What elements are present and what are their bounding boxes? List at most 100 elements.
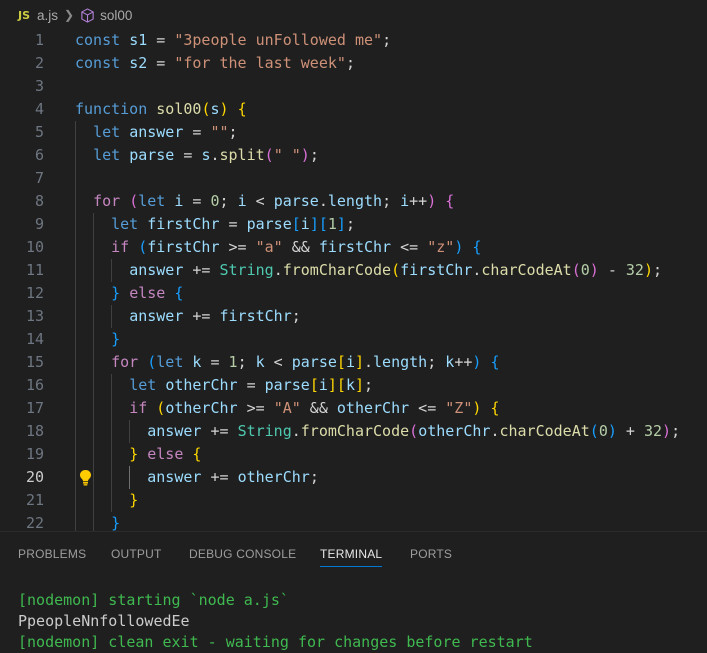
indent-guide <box>93 213 95 532</box>
code-token: { <box>490 399 500 417</box>
code-line[interactable]: 5 let answer = ""; <box>0 121 707 144</box>
code-token: ; <box>219 192 238 210</box>
code-token: const <box>75 31 130 49</box>
code-token: ; <box>237 353 256 371</box>
code-token: ) <box>662 422 672 440</box>
code-text: for (let i = 0; i < parse.length; i++) { <box>75 190 454 213</box>
code-token: = <box>147 54 175 72</box>
code-token: if <box>111 238 130 256</box>
code-line[interactable]: 17 if (otherChr >= "A" && otherChr <= "Z… <box>0 397 707 420</box>
code-line[interactable]: 2 const s2 = "for the last week"; <box>0 52 707 75</box>
code-token: fromCharCode <box>282 261 392 279</box>
code-token: 0 <box>580 261 590 279</box>
code-token: firstChr <box>219 307 292 325</box>
code-token: s <box>210 100 220 118</box>
code-text: let parse = s.split(" "); <box>75 144 319 167</box>
code-line[interactable]: 3 <box>0 75 707 98</box>
code-token: = <box>174 146 202 164</box>
line-number: 2 <box>34 54 44 72</box>
code-token: 0 <box>598 422 608 440</box>
line-number: 22 <box>25 514 44 532</box>
code-line[interactable]: 8 for (let i = 0; i < parse.length; i++)… <box>0 190 707 213</box>
line-number: 17 <box>25 399 44 417</box>
tab-problems[interactable]: PROBLEMS <box>18 547 86 561</box>
code-token: ; <box>309 146 319 164</box>
tab-ports[interactable]: PORTS <box>410 547 452 561</box>
line-number: 7 <box>34 169 44 187</box>
code-token: . <box>318 192 328 210</box>
code-token: += <box>183 307 220 325</box>
code-line[interactable]: 22 } <box>0 512 707 532</box>
code-token: for <box>111 353 139 371</box>
code-token: ( <box>156 399 166 417</box>
code-token: parse <box>291 353 337 371</box>
code-line[interactable]: 18 answer += String.fromCharCode(otherCh… <box>0 420 707 443</box>
code-text: const s2 = "for the last week"; <box>75 52 355 75</box>
breadcrumb-symbol[interactable]: sol00 <box>100 8 132 23</box>
line-number: 1 <box>34 31 44 49</box>
code-line[interactable]: 11 answer += String.fromCharCode(firstCh… <box>0 259 707 282</box>
breadcrumb-file[interactable]: a.js <box>37 8 58 23</box>
tab-debug-console[interactable]: DEBUG CONSOLE <box>189 547 296 561</box>
code-token: 0 <box>210 192 220 210</box>
code-token: = <box>147 31 175 49</box>
code-token: otherChr <box>418 422 491 440</box>
code-token: . <box>364 353 374 371</box>
code-line[interactable]: 4 function sol00(s) { <box>0 98 707 121</box>
code-line[interactable]: 16 let otherChr = parse[i][k]; <box>0 374 707 397</box>
code-token: ( <box>391 261 401 279</box>
code-token: ] <box>336 215 346 233</box>
code-text: let firstChr = parse[i][1]; <box>75 213 355 236</box>
code-line[interactable]: 9 let firstChr = parse[i][1]; <box>0 213 707 236</box>
code-line[interactable]: 7 <box>0 167 707 190</box>
code-line[interactable]: 21 } <box>0 489 707 512</box>
tab-output[interactable]: OUTPUT <box>111 547 162 561</box>
code-token: ( <box>409 422 419 440</box>
code-token: firstChr <box>400 261 473 279</box>
terminal-output[interactable]: [nodemon] starting `node a.js` PpeopleNnf… <box>18 590 533 653</box>
code-token: [ <box>291 215 301 233</box>
code-token: += <box>201 468 238 486</box>
code-editor[interactable]: 1 const s1 = "3people unFollowed me"; 2 con… <box>0 30 707 532</box>
code-token: { <box>445 192 455 210</box>
code-token: ) <box>219 100 229 118</box>
code-token: length <box>327 192 383 210</box>
terminal-line: [nodemon] starting `node a.js` <box>18 591 289 609</box>
code-line[interactable]: 15 for (let k = 1; k < parse[i].length; … <box>0 351 707 374</box>
code-line[interactable]: 14 } <box>0 328 707 351</box>
code-token: 32 <box>625 261 644 279</box>
code-line[interactable]: 6 let parse = s.split(" "); <box>0 144 707 167</box>
code-token: "for the last week" <box>174 54 346 72</box>
lightbulb-icon[interactable] <box>78 469 93 490</box>
code-token: i <box>237 192 247 210</box>
code-token: ++ <box>454 353 473 371</box>
code-token: ] <box>327 376 337 394</box>
code-token: "z" <box>427 238 455 256</box>
code-token: "a" <box>255 238 283 256</box>
code-line[interactable]: 10 if (firstChr >= "a" && firstChr <= "z… <box>0 236 707 259</box>
code-token: "3people unFollowed me" <box>174 31 383 49</box>
code-token: let <box>93 123 130 141</box>
code-line[interactable]: 20 answer += otherChr; <box>0 466 707 489</box>
code-text: let otherChr = parse[i][k]; <box>75 374 373 397</box>
code-line[interactable]: 13 answer += firstChr; <box>0 305 707 328</box>
code-token: ] <box>309 215 319 233</box>
code-token: ] <box>354 376 364 394</box>
code-line[interactable]: 1 const s1 = "3people unFollowed me"; <box>0 30 707 52</box>
line-number: 14 <box>25 330 44 348</box>
code-line[interactable]: 12 } else { <box>0 282 707 305</box>
tab-terminal[interactable]: TERMINAL <box>320 547 382 561</box>
code-token: let <box>93 146 130 164</box>
code-token: "" <box>210 123 229 141</box>
code-token: s2 <box>129 54 148 72</box>
terminal-line: [nodemon] clean exit - waiting for chang… <box>18 633 533 651</box>
indent-guide <box>111 374 113 512</box>
code-line[interactable]: 19 } else { <box>0 443 707 466</box>
code-token: } <box>111 284 121 302</box>
code-token: " " <box>273 146 301 164</box>
